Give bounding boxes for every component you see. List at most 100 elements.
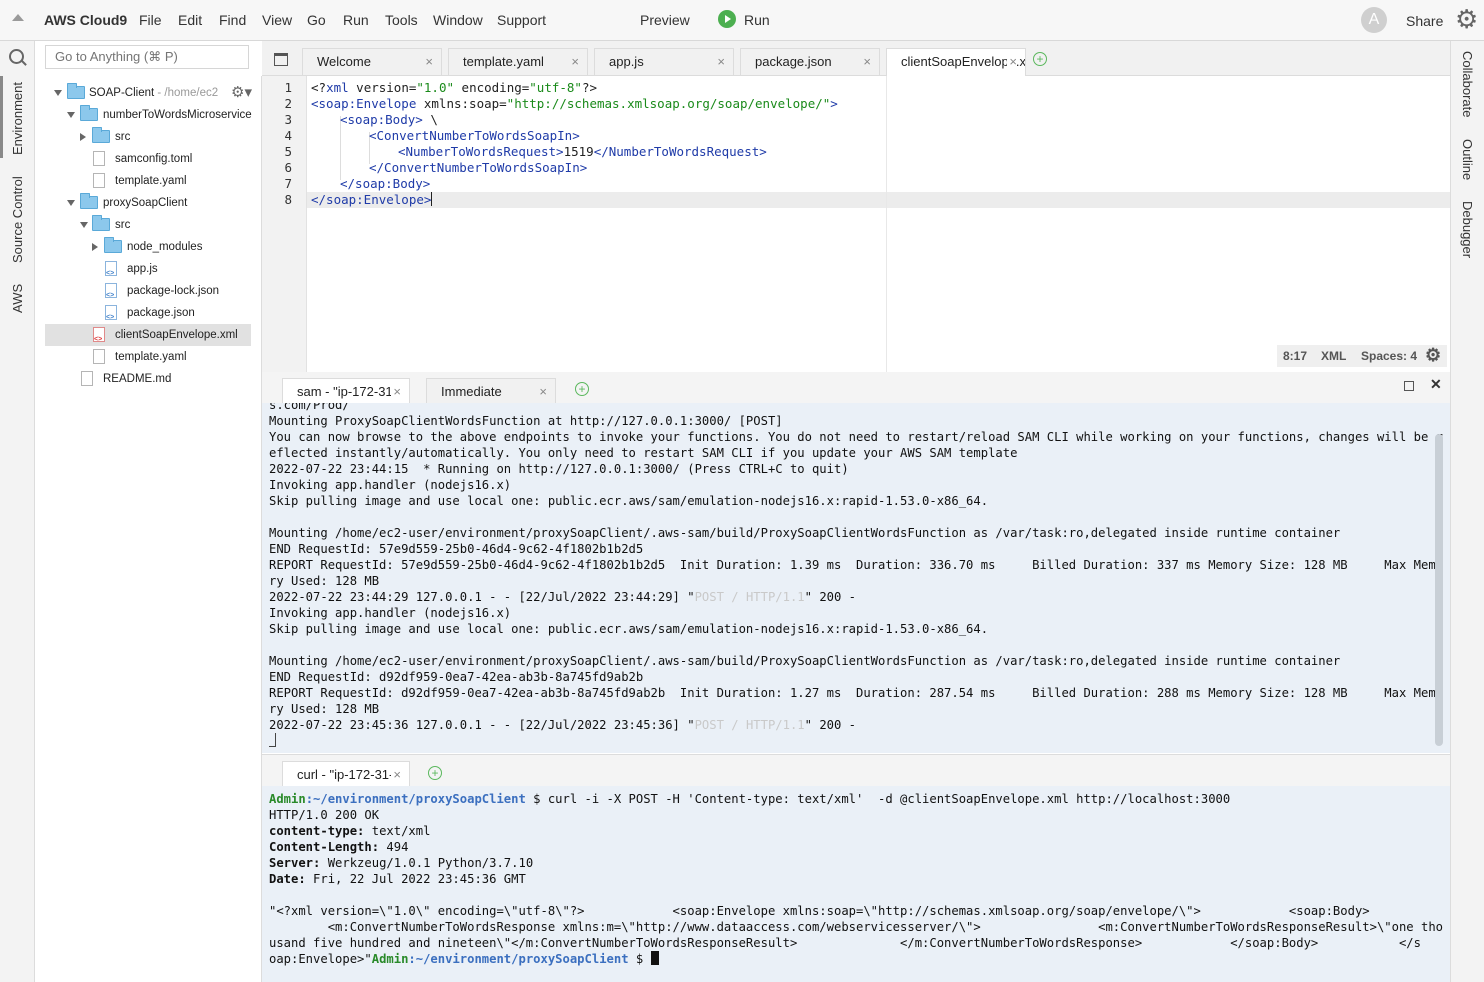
tab-label: sam - "ip-172-31	[297, 384, 393, 399]
chevron-down-icon[interactable]	[67, 200, 75, 206]
line-number: 6	[284, 160, 292, 175]
tree-item-src[interactable]: src	[45, 214, 251, 236]
chevron-down-icon[interactable]	[54, 90, 62, 96]
new-terminal-plus-icon[interactable]: +	[428, 766, 442, 780]
terminal-scrollbar[interactable]	[1435, 434, 1443, 746]
menu-find[interactable]: Find	[219, 12, 246, 28]
tree-item-package-json[interactable]: package.json	[45, 302, 251, 329]
close-icon[interactable]: ×	[425, 49, 433, 75]
tab-welcome[interactable]: Welcome ×	[302, 48, 442, 75]
collapse-menu-icon[interactable]	[12, 14, 24, 21]
tab-curl-terminal[interactable]: curl - "ip-172-31- ×	[282, 761, 410, 787]
tree-settings-gear-icon[interactable]: ⚙▾	[231, 82, 252, 104]
terminal-line: Content-Length: 494	[269, 839, 408, 855]
tree-item-template-yaml[interactable]: template.yaml	[45, 170, 251, 192]
tree-item-app-js[interactable]: app.js	[45, 258, 251, 285]
menu-support[interactable]: Support	[497, 12, 546, 28]
tab-package-json[interactable]: package.json ×	[740, 48, 880, 75]
tab-outline[interactable]: Outline	[1460, 139, 1475, 180]
tab-immediate[interactable]: Immediate ×	[426, 378, 556, 404]
terminal-line: HTTP/1.0 200 OK	[269, 808, 380, 822]
menu-tools[interactable]: Tools	[385, 12, 418, 28]
curl-terminal-output[interactable]: Admin:~/environment/proxySoapClient $ cu…	[262, 786, 1450, 982]
prompt-user: Admin	[269, 792, 306, 806]
tree-item-template-yaml[interactable]: template.yaml	[45, 346, 251, 368]
run-icon[interactable]	[718, 10, 736, 28]
tree-item-client-soap-envelope[interactable]: clientSoapEnvelope.xml	[45, 324, 251, 351]
maximize-panel-icon[interactable]	[1404, 381, 1414, 391]
new-terminal-plus-icon[interactable]: +	[575, 382, 589, 396]
command-text: $ curl -i -X POST -H 'Content-type: text…	[525, 792, 1231, 806]
settings-gear-icon[interactable]: ⚙	[1455, 6, 1478, 32]
search-icon[interactable]	[9, 49, 24, 64]
terminal-line: s.com/Prod/	[269, 403, 350, 412]
cursor-position[interactable]: 8:17	[1283, 345, 1307, 367]
terminal-line: ry Used: 128 MB	[269, 702, 380, 716]
close-icon[interactable]: ×	[1007, 49, 1017, 75]
tab-app-js[interactable]: app.js ×	[594, 48, 734, 75]
tree-item-numbertowords[interactable]: numberToWordsMicroservice	[45, 104, 252, 126]
tree-item-samconfig[interactable]: samconfig.toml	[45, 148, 251, 170]
tree-item-readme[interactable]: README.md	[45, 368, 251, 390]
tree-item-label: package-lock.json	[127, 285, 220, 297]
terminal-line: Invoking app.handler (nodejs16.x)	[269, 606, 512, 620]
tab-aws[interactable]: AWS	[10, 284, 25, 313]
tab-label: package.json	[755, 54, 832, 69]
tab-client-soap-envelope[interactable]: clientSoapEnvelope.xml ×	[886, 48, 1026, 76]
terminal-line: oap:Envelope>"Admin:~/environment/proxyS…	[269, 951, 659, 967]
terminal-line: Invoking app.handler (nodejs16.x)	[269, 478, 512, 492]
header-value: Werkzeug/1.0.1 Python/3.7.10	[320, 856, 534, 870]
line-number: 4	[284, 128, 292, 143]
tab-template-yaml[interactable]: template.yaml ×	[448, 48, 588, 75]
avatar[interactable]: A	[1361, 7, 1387, 33]
code-line: <soap:Body> \	[340, 112, 438, 128]
sam-terminal-output[interactable]: s.com/Prod/Mounting ProxySoapClientWords…	[262, 403, 1450, 753]
goto-anything-input[interactable]	[45, 45, 249, 69]
close-icon[interactable]: ×	[571, 49, 579, 75]
close-icon[interactable]: ×	[863, 49, 871, 75]
menu-edit[interactable]: Edit	[178, 12, 202, 28]
tree-root[interactable]: SOAP-Client - /home/ec2 ⚙▾	[45, 82, 252, 104]
tab-sam-terminal[interactable]: sam - "ip-172-31 ×	[282, 378, 410, 404]
tab-collaborate[interactable]: Collaborate	[1460, 51, 1475, 118]
tab-source-control[interactable]: Source Control	[10, 176, 25, 263]
close-icon[interactable]: ×	[539, 379, 547, 404]
app-title[interactable]: AWS Cloud9	[44, 12, 127, 28]
code-line: </soap:Body>	[340, 176, 430, 192]
menu-window[interactable]: Window	[433, 12, 483, 28]
language-mode[interactable]: XML	[1321, 345, 1346, 367]
code-editor[interactable]: 1 2 3 4 5 6 7 8 <?xml version="1.0" enco…	[262, 76, 1450, 372]
right-panel-tabs: Collaborate Outline Debugger	[1450, 41, 1484, 982]
tree-item-node-modules[interactable]: node_modules	[45, 236, 251, 258]
tab-environment[interactable]: Environment	[10, 82, 25, 155]
new-tab-plus-icon[interactable]: +	[1033, 52, 1047, 66]
code-token: xmlns:soap=	[416, 96, 507, 111]
tree-item-src[interactable]: src	[45, 126, 251, 148]
chevron-down-icon[interactable]	[67, 112, 75, 118]
tree-item-package-lock[interactable]: package-lock.json	[45, 280, 251, 307]
preview-button[interactable]: Preview	[640, 12, 690, 28]
editor-settings-gear-icon[interactable]: ⚙	[1425, 344, 1441, 366]
menu-file[interactable]: File	[139, 12, 162, 28]
close-icon[interactable]: ×	[717, 49, 725, 75]
chevron-right-icon[interactable]	[80, 133, 86, 141]
chevron-right-icon[interactable]	[92, 243, 98, 251]
menu-go[interactable]: Go	[307, 12, 326, 28]
run-button[interactable]: Run	[744, 12, 770, 28]
tab-list-icon[interactable]	[274, 53, 288, 66]
close-panel-icon[interactable]: ✕	[1430, 376, 1442, 393]
close-icon[interactable]: ×	[391, 379, 401, 404]
share-button[interactable]: Share	[1406, 13, 1443, 29]
terminal-line: usand five hundred and nineteen\"</m:Con…	[269, 936, 1421, 950]
tab-debugger[interactable]: Debugger	[1460, 201, 1475, 258]
menu-run[interactable]: Run	[343, 12, 369, 28]
print-margin	[886, 76, 887, 372]
chevron-down-icon[interactable]	[80, 222, 88, 228]
terminal-line: 2022-07-22 23:44:15 * Running on http://…	[269, 462, 849, 476]
close-icon[interactable]: ×	[391, 762, 401, 787]
code-token: <soap:Body>	[340, 112, 423, 127]
folder-icon	[67, 83, 85, 99]
tree-item-proxysoapclient[interactable]: proxySoapClient	[45, 192, 251, 214]
menu-view[interactable]: View	[262, 12, 292, 28]
indent-setting[interactable]: Spaces: 4	[1361, 345, 1417, 367]
